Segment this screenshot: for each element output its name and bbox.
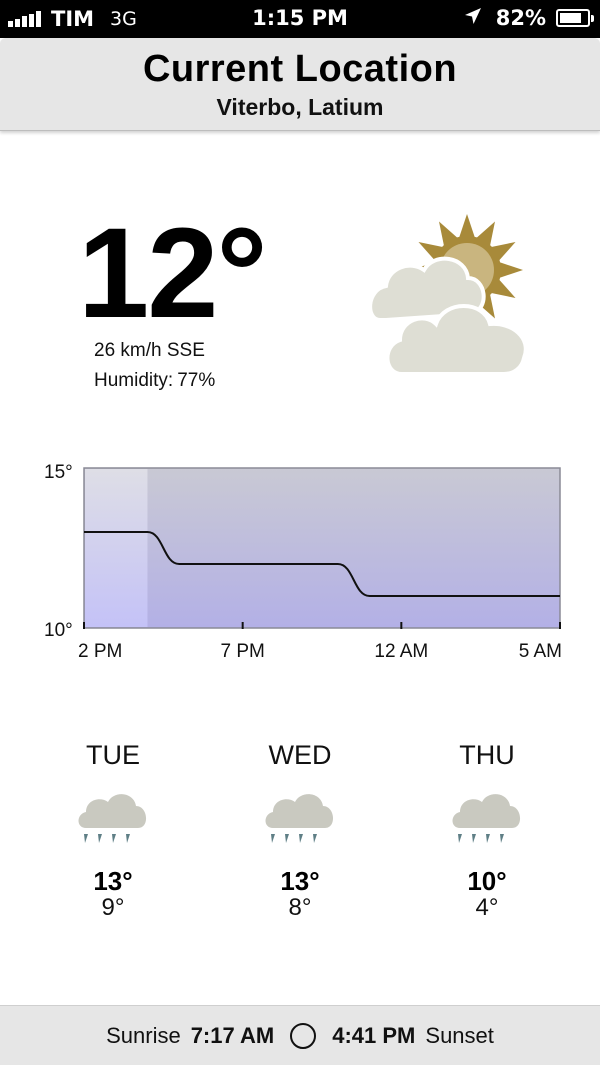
chart-current-period-highlight — [85, 469, 148, 627]
day-high-temp: 10° — [467, 866, 507, 896]
day-high-temp: 13° — [280, 866, 320, 896]
weather-app-screen: TIM 3G 1:15 PM 82% Current Location Vite… — [0, 0, 600, 1065]
location-arrow-icon — [464, 6, 482, 30]
day-low-temp: 4° — [475, 894, 499, 921]
x-tick-label: 7 PM — [220, 641, 264, 662]
rain-icon — [265, 794, 334, 843]
sunset-label: Sunset — [425, 1022, 494, 1048]
day-name: WED — [268, 740, 332, 770]
day-high-temp: 13° — [93, 866, 133, 896]
y-tick-label: 10° — [44, 620, 73, 641]
rain-icon — [78, 794, 147, 843]
hourly-temperature-chart[interactable]: 15° 10° 2 PM 7 PM 12 AM 5 AM — [40, 460, 570, 670]
partly-cloudy-icon — [368, 214, 528, 376]
humidity-label: Humidity: — [94, 370, 174, 391]
rain-icon — [452, 794, 521, 843]
sunrise-label: Sunrise — [106, 1022, 181, 1048]
status-bar: TIM 3G 1:15 PM 82% — [0, 0, 600, 38]
forecast-day[interactable]: TUE 13° 9° — [38, 740, 188, 920]
sun-times-bar[interactable]: Sunrise 7:17 AM 4:41 PM Sunset — [0, 1005, 600, 1065]
forecast-day[interactable]: WED 13° 8° — [225, 740, 375, 920]
wind-info: 26 km/h SSE — [94, 340, 205, 361]
x-tick-label: 2 PM — [78, 641, 122, 662]
chart-plot-area — [83, 467, 561, 629]
chart-svg: 15° 10°2 PM 7 PM 12 AM 5 AM — [44, 462, 562, 662]
x-tick-label: 12 AM — [374, 641, 428, 662]
battery-icon — [556, 9, 594, 27]
battery-percent: 82% — [495, 6, 546, 30]
battery-tip — [591, 15, 594, 22]
location-subtitle: Viterbo, Latium — [216, 94, 384, 120]
humidity-value: 77% — [177, 370, 216, 391]
sun-circle-icon — [290, 1022, 317, 1049]
battery-fill — [560, 13, 582, 23]
sunrise-time: 7:17 AM — [190, 1022, 275, 1048]
page-title: Current Location — [142, 48, 458, 90]
location-header[interactable]: Current Location Viterbo, Latium — [0, 38, 600, 131]
current-temperature: 12° — [78, 202, 268, 345]
sunset-time: 4:41 PM — [332, 1022, 416, 1048]
humidity-info: Humidity: 77% — [94, 370, 215, 392]
day-low-temp: 8° — [288, 894, 312, 921]
day-low-temp: 9° — [101, 894, 125, 921]
day-name: THU — [459, 740, 515, 770]
y-tick-label: 15° — [44, 462, 73, 483]
forecast-day[interactable]: THU 10° 4° — [412, 740, 562, 920]
status-right: 82% — [464, 6, 594, 30]
day-name: TUE — [86, 740, 140, 770]
x-tick-label: 5 AM — [519, 641, 562, 662]
